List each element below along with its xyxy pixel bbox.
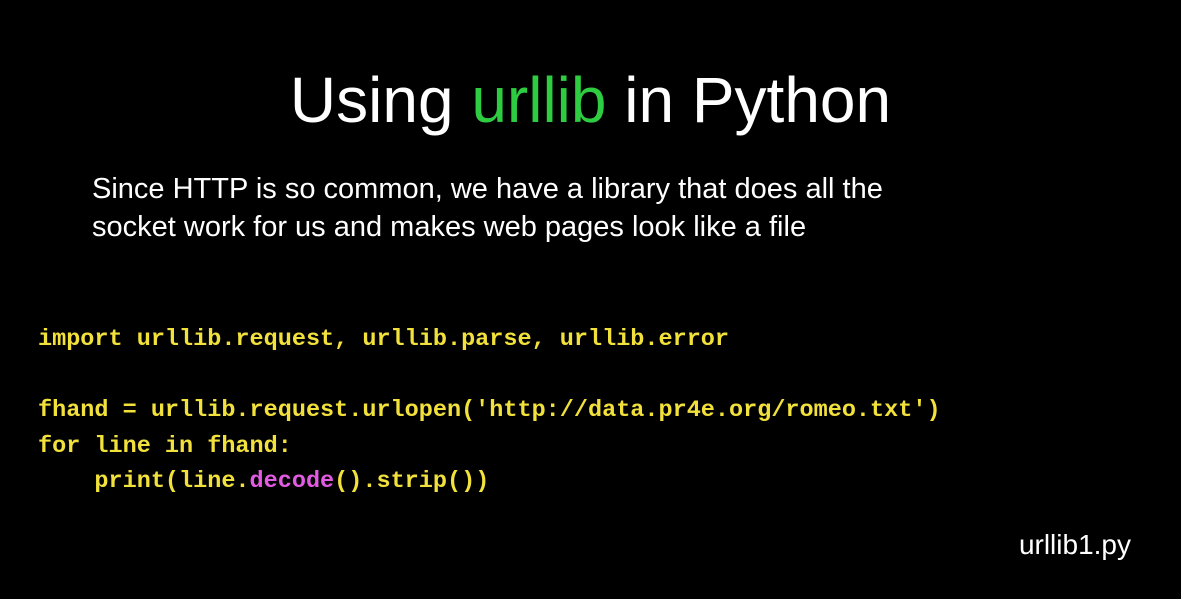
code-line-3: fhand = urllib.request.urlopen('http://d… <box>38 397 941 424</box>
code-line-5: print(line.decode().strip()) <box>38 464 941 500</box>
title-prefix: Using <box>289 64 472 136</box>
filename-label: urllib1.py <box>1018 529 1131 560</box>
title-highlight: urllib <box>471 64 607 136</box>
description-line-2: socket work for us and makes web pages l… <box>92 211 807 243</box>
description-line-1: Since HTTP is so common, we have a libra… <box>92 173 883 205</box>
slide: Using urllib in Python Since HTTP is so … <box>0 0 1181 599</box>
title-suffix: in Python <box>606 64 892 136</box>
code-line-5-prefix: print(line. <box>38 468 250 495</box>
code-line-4: for line in fhand: <box>38 432 292 460</box>
code-block: import urllib.request, urllib.parse, url… <box>38 322 941 500</box>
code-line-5-highlight: decode <box>249 468 335 495</box>
slide-title: Using urllib in Python <box>0 64 1181 136</box>
slide-description: Since HTTP is so common, we have a libra… <box>92 170 1092 246</box>
code-line-5-suffix: ().strip()) <box>334 468 490 495</box>
code-line-1: import urllib.request, urllib.parse, url… <box>38 326 730 353</box>
